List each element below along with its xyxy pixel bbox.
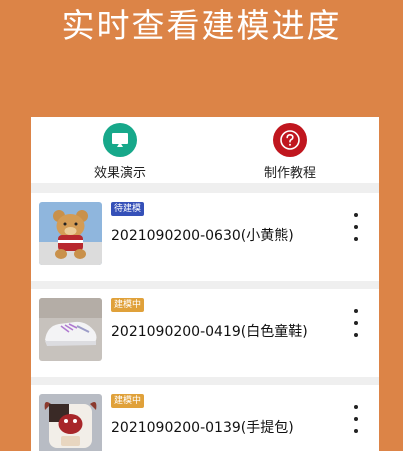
question-icon [273, 123, 307, 157]
handbag-thumbnail [39, 394, 102, 451]
action-bar: 效果演示 制作教程 [31, 117, 379, 183]
status-badge: 建模中 [111, 394, 145, 408]
status-badge: 待建模 [111, 202, 145, 216]
status-badge: 建模中 [111, 298, 145, 312]
demo-button[interactable]: 效果演示 [61, 117, 181, 183]
list-item[interactable]: 待建模 2021090200-0630(小黄熊) [31, 193, 379, 281]
item-title: 2021090200-0139(手提包) [111, 420, 294, 436]
shoe-thumbnail [39, 298, 102, 361]
watermark-logo-icon [257, 386, 281, 410]
more-icon[interactable] [351, 309, 361, 337]
more-icon[interactable] [351, 405, 361, 433]
item-title: 2021090200-0419(白色童鞋) [111, 324, 308, 340]
watermark-text: 当易家 [286, 397, 337, 417]
list-item[interactable]: 建模中 2021090200-0419(白色童鞋) [31, 289, 379, 377]
teddy-bear-thumbnail [39, 202, 102, 265]
more-icon[interactable] [351, 213, 361, 241]
demo-label: 效果演示 [93, 166, 146, 181]
tutorial-button[interactable]: 制作教程 [231, 117, 351, 183]
tutorial-label: 制作教程 [263, 166, 316, 181]
screen-icon [103, 123, 137, 157]
page-headline: 实时查看建模进度 [61, 6, 342, 45]
item-title: 2021090200-0630(小黄熊) [111, 228, 294, 244]
